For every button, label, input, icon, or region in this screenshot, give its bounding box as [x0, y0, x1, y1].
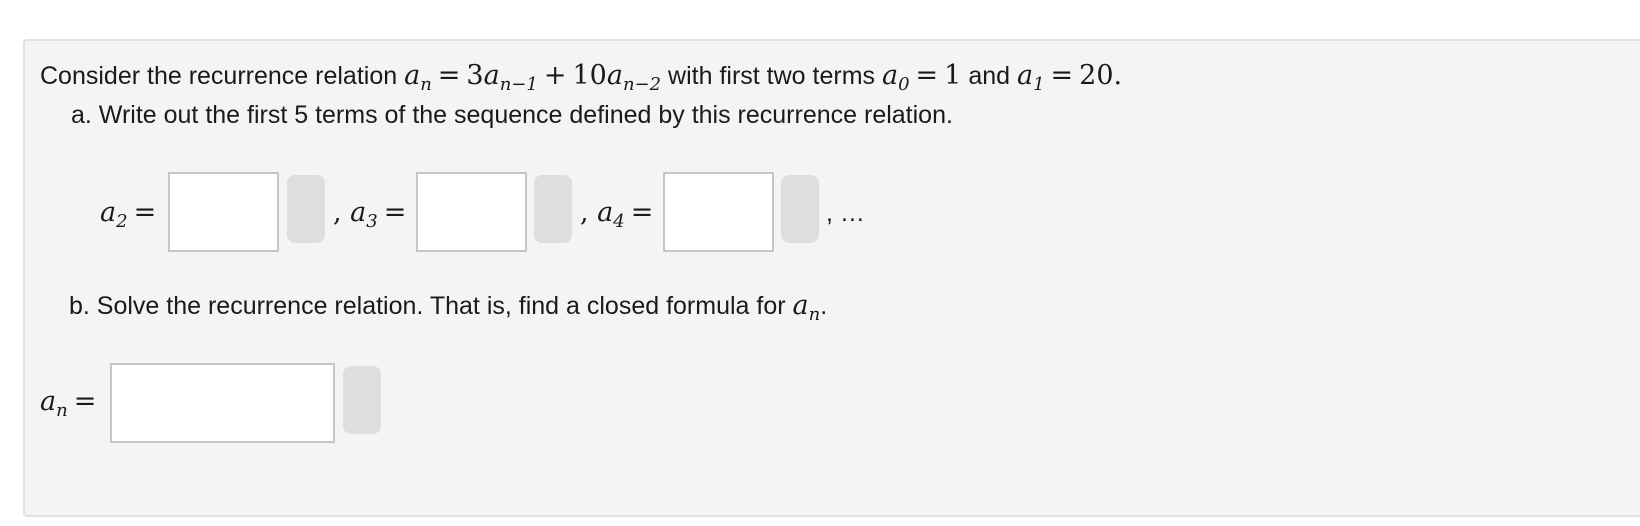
initial-term-a0: a0 = 1 [881, 60, 962, 95]
an-check-button[interactable] [343, 366, 381, 434]
a2-check-button[interactable] [287, 175, 325, 243]
an-label: an = [40, 386, 97, 421]
a4-input[interactable] [663, 172, 774, 252]
an-input[interactable] [110, 363, 335, 443]
a3-input[interactable] [416, 172, 527, 252]
a2-input[interactable] [168, 172, 279, 252]
part-b-label: b. Solve the recurrence relation. That i… [69, 290, 828, 325]
part-a-label: a. Write out the first 5 terms of the se… [71, 101, 953, 129]
recurrence-formula: an = 3an−1 +10an−2 [404, 60, 662, 95]
a3-label: , a3 = [333, 197, 407, 232]
initial-term-a1: a1 = 20. [1016, 60, 1123, 95]
question-statement: Consider the recurrence relation an = 3an−… [40, 60, 1122, 101]
ellipsis: , … [826, 199, 865, 227]
intro-text: Consider the recurrence relation [40, 62, 398, 90]
middle-text: with first two terms [668, 62, 876, 90]
a4-label: , a4 = [580, 197, 654, 232]
a4-check-button[interactable] [781, 175, 819, 243]
a3-check-button[interactable] [534, 175, 572, 243]
a2-label: a2 = [100, 197, 157, 232]
and-text: and [968, 62, 1011, 90]
